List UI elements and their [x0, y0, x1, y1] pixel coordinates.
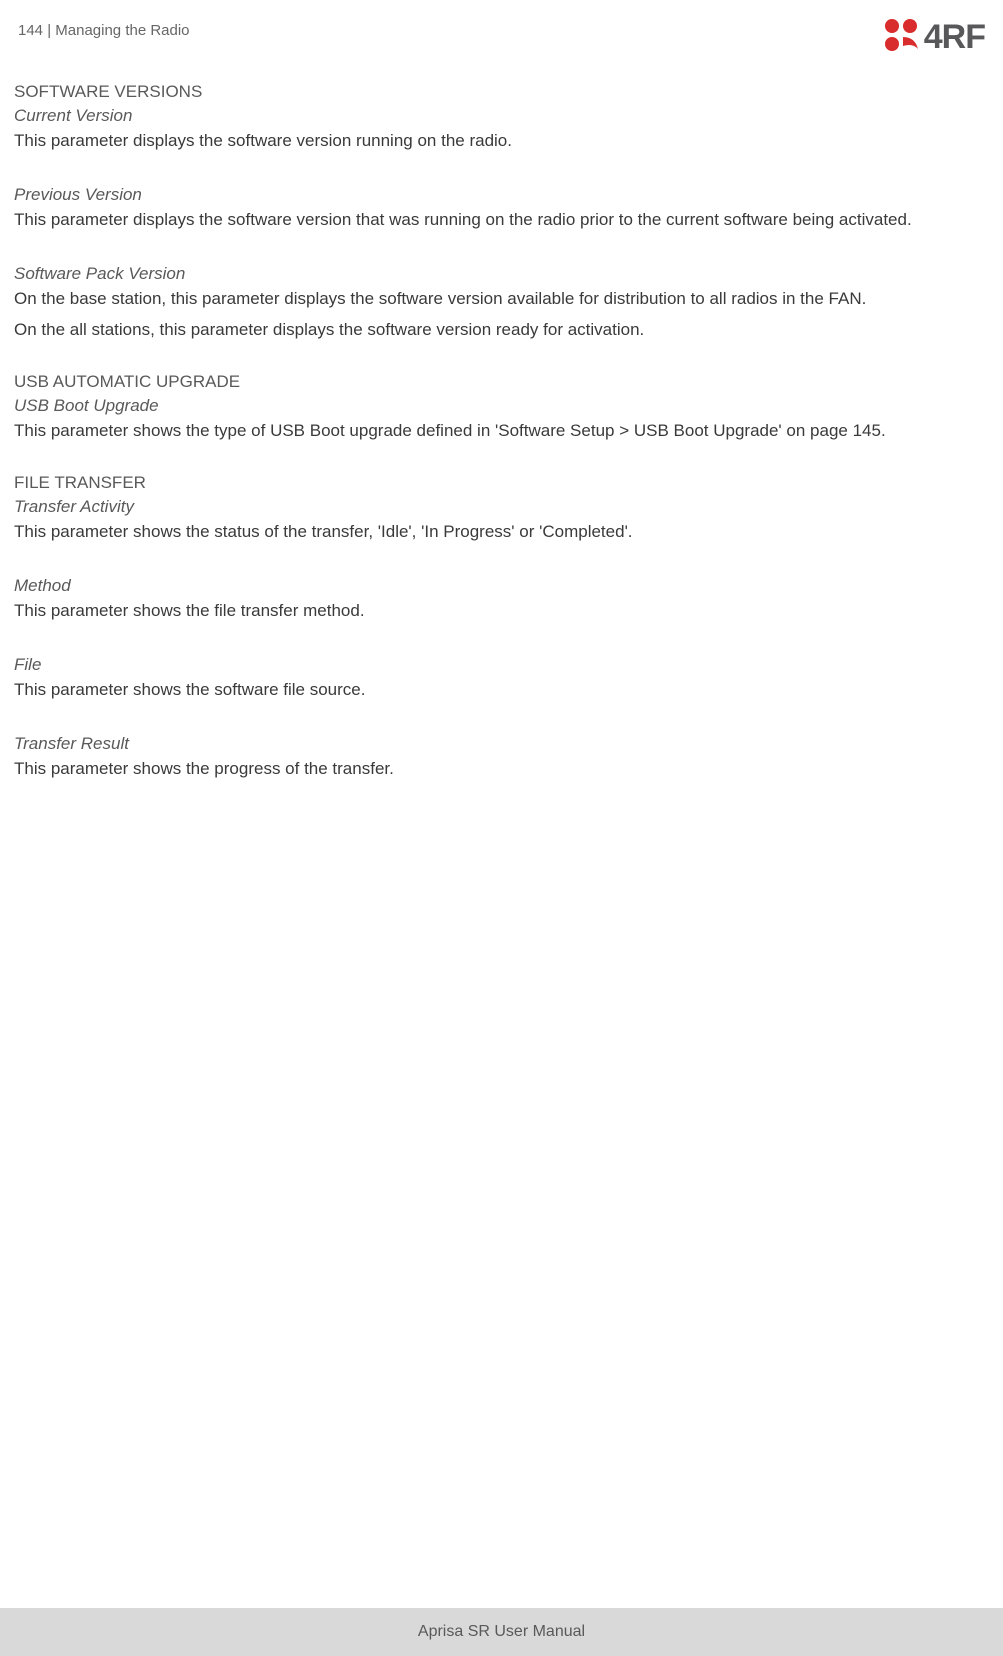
usb-boot-upgrade-text: This parameter shows the type of USB Boo… — [14, 420, 989, 443]
usb-boot-upgrade-heading: USB Boot Upgrade — [14, 396, 989, 416]
usb-automatic-upgrade-heading: USB AUTOMATIC UPGRADE — [14, 372, 989, 392]
method-text: This parameter shows the file transfer m… — [14, 600, 989, 623]
transfer-activity-text: This parameter shows the status of the t… — [14, 521, 989, 544]
section-name: Managing the Radio — [55, 22, 189, 39]
page-footer: Aprisa SR User Manual — [0, 1608, 1003, 1656]
software-pack-version-heading: Software Pack Version — [14, 264, 989, 284]
software-pack-version-text2: On the all stations, this parameter disp… — [14, 319, 989, 342]
software-versions-heading: SOFTWARE VERSIONS — [14, 82, 989, 102]
transfer-activity-heading: Transfer Activity — [14, 497, 989, 517]
header-breadcrumb: 144 | Managing the Radio — [18, 22, 190, 39]
file-text: This parameter shows the software file s… — [14, 679, 989, 702]
current-version-text: This parameter displays the software ver… — [14, 130, 989, 153]
previous-version-text: This parameter displays the software ver… — [14, 209, 989, 232]
current-version-heading: Current Version — [14, 106, 989, 126]
transfer-result-heading: Transfer Result — [14, 734, 989, 754]
file-transfer-heading: FILE TRANSFER — [14, 473, 989, 493]
logo: 4RF — [880, 16, 985, 58]
previous-version-heading: Previous Version — [14, 185, 989, 205]
transfer-result-text: This parameter shows the progress of the… — [14, 758, 989, 781]
file-heading: File — [14, 655, 989, 675]
page-header: 144 | Managing the Radio 4RF — [0, 0, 1003, 58]
method-heading: Method — [14, 576, 989, 596]
footer-text: Aprisa SR User Manual — [418, 1623, 585, 1641]
software-pack-version-text1: On the base station, this parameter disp… — [14, 288, 989, 311]
logo-symbol-icon — [880, 16, 922, 58]
separator: | — [43, 22, 55, 39]
page-number: 144 — [18, 22, 43, 39]
logo-text: 4RF — [924, 18, 985, 57]
content-area: SOFTWARE VERSIONS Current Version This p… — [0, 58, 1003, 780]
